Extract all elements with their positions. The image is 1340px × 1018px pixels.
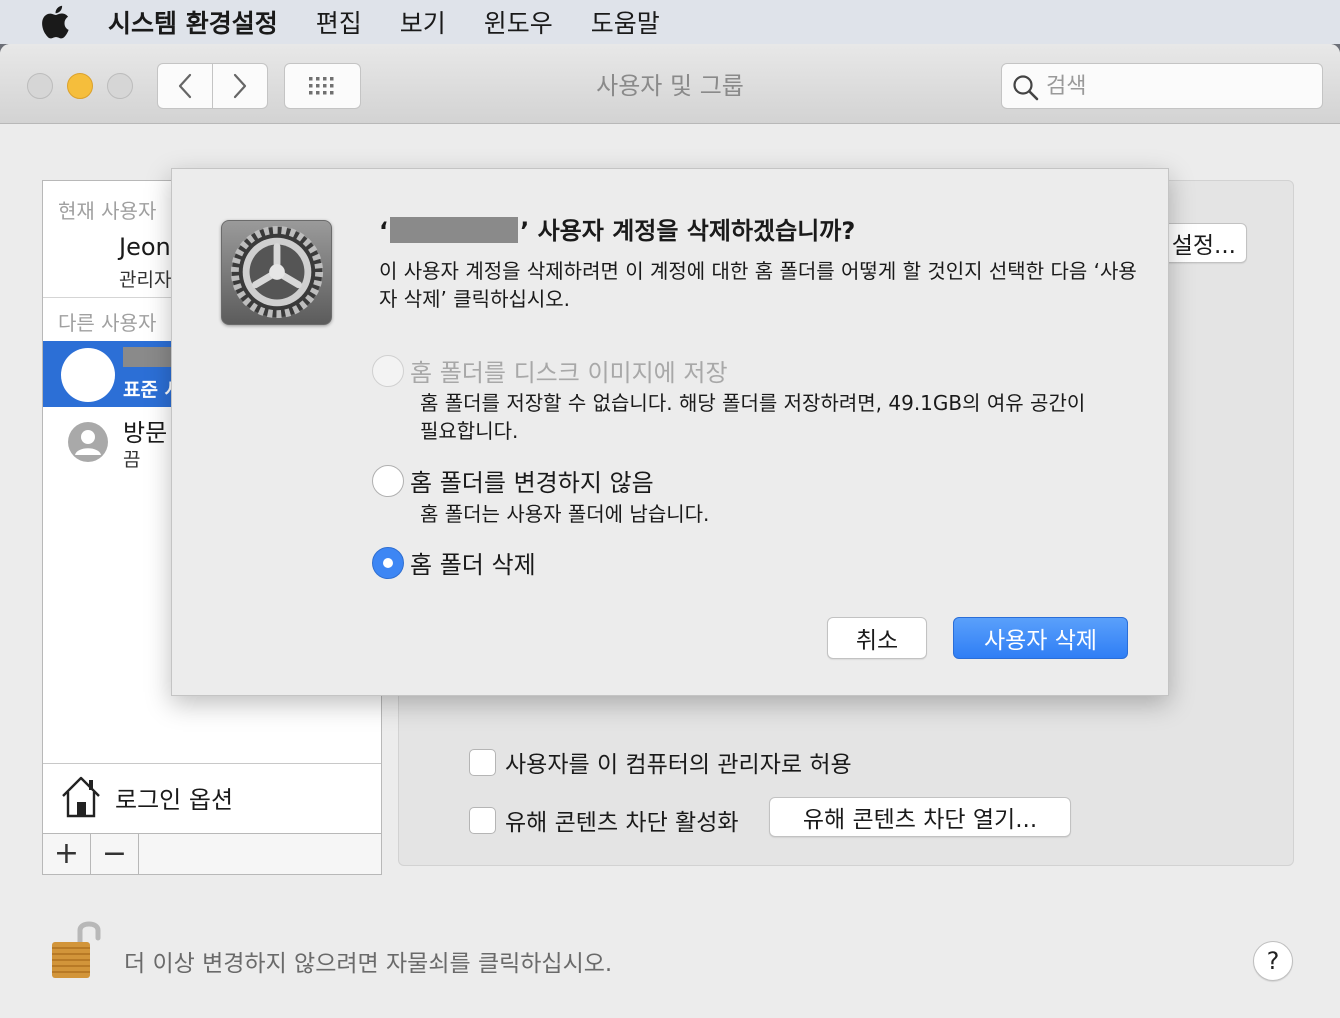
chevron-left-icon bbox=[178, 73, 192, 99]
grid-icon bbox=[308, 77, 333, 95]
menu-bar: 시스템 환경설정 편집 보기 윈도우 도움말 bbox=[0, 0, 1340, 44]
preferences-window: 사용자 및 그룹 검색 현재 사용자 Jeon 관리자 다른 사용자 표준 사 … bbox=[0, 44, 1340, 1018]
chevron-right-icon bbox=[233, 73, 247, 99]
menu-view[interactable]: 보기 bbox=[400, 4, 446, 40]
sidebar-toolbar: + − bbox=[42, 833, 382, 875]
lock-icon[interactable] bbox=[50, 916, 102, 980]
save-disk-image-label: 홈 폴더를 디스크 이미지에 저장 bbox=[410, 359, 728, 387]
minimize-window-button[interactable] bbox=[67, 73, 93, 99]
login-options-row[interactable]: 로그인 옵션 bbox=[43, 763, 381, 833]
redacted-username bbox=[390, 217, 519, 243]
current-user-role: 관리자 bbox=[119, 269, 172, 291]
search-icon bbox=[1013, 75, 1039, 101]
lock-status-text: 더 이상 변경하지 않으려면 자물쇠를 클릭하십시오. bbox=[124, 951, 613, 977]
parental-controls-row: 유해 콘텐츠 차단 활성화 bbox=[469, 803, 739, 837]
parental-controls-checkbox[interactable] bbox=[469, 806, 496, 834]
login-options-label: 로그인 옵션 bbox=[115, 786, 234, 814]
help-button[interactable]: ? bbox=[1253, 941, 1293, 981]
parental-controls-label: 유해 콘텐츠 차단 활성화 bbox=[505, 810, 739, 836]
other-users-header: 다른 사용자 bbox=[58, 311, 157, 335]
guest-user-icon bbox=[68, 422, 108, 462]
delete-home-folder-label: 홈 폴더 삭제 bbox=[410, 551, 536, 579]
delete-home-folder-radio[interactable] bbox=[372, 546, 404, 579]
allow-admin-checkbox[interactable] bbox=[469, 748, 496, 776]
title-open-quote: ‘ bbox=[379, 217, 389, 245]
close-window-button[interactable] bbox=[27, 73, 53, 99]
option-delete-home-folder[interactable]: 홈 폴더 삭제 bbox=[372, 545, 536, 580]
keep-home-folder-label: 홈 폴더를 변경하지 않음 bbox=[410, 469, 654, 497]
remove-user-button[interactable]: − bbox=[91, 834, 139, 874]
back-button[interactable] bbox=[158, 64, 212, 108]
option-save-disk-image: 홈 폴더를 디스크 이미지에 저장 bbox=[372, 353, 728, 388]
save-disk-image-note: 홈 폴더를 저장할 수 없습니다. 해당 폴더를 저장하려면, 49.1GB의 … bbox=[420, 391, 1086, 443]
guest-user-status: 끔 bbox=[123, 449, 141, 471]
delete-user-button[interactable]: 사용자 삭제 bbox=[953, 617, 1128, 659]
minus-icon: − bbox=[101, 836, 128, 871]
menu-edit[interactable]: 편집 bbox=[316, 4, 362, 40]
current-users-header: 현재 사용자 bbox=[58, 199, 157, 223]
dialog-title: ‘ ’ 사용자 계정을 삭제하겠습니까? bbox=[379, 211, 855, 246]
dialog-description: 이 사용자 계정을 삭제하려면 이 계정에 대한 홈 폴더를 어떻게 할 것인지… bbox=[379, 259, 1137, 311]
allow-admin-label: 사용자를 이 컴퓨터의 관리자로 허용 bbox=[505, 752, 852, 778]
delete-user-dialog: ‘ ’ 사용자 계정을 삭제하겠습니까? 이 사용자 계정을 삭제하려면 이 계정… bbox=[171, 168, 1169, 696]
save-disk-image-radio bbox=[372, 354, 404, 387]
avatar bbox=[61, 348, 115, 402]
navigation-buttons bbox=[157, 63, 268, 109]
plus-icon: + bbox=[53, 836, 80, 871]
allow-admin-row: 사용자를 이 컴퓨터의 관리자로 허용 bbox=[469, 745, 852, 779]
option-keep-home-folder[interactable]: 홈 폴더를 변경하지 않음 bbox=[372, 463, 654, 498]
search-input[interactable] bbox=[1046, 68, 1306, 104]
cancel-button[interactable]: 취소 bbox=[827, 617, 927, 659]
menu-help[interactable]: 도움말 bbox=[591, 4, 660, 40]
add-user-button[interactable]: + bbox=[43, 834, 91, 874]
apple-icon[interactable] bbox=[40, 5, 70, 39]
current-user-name: Jeon bbox=[119, 233, 171, 261]
search-field[interactable] bbox=[1001, 63, 1323, 109]
house-icon bbox=[62, 776, 100, 818]
forward-button[interactable] bbox=[212, 64, 267, 108]
menu-app-name[interactable]: 시스템 환경설정 bbox=[108, 4, 278, 40]
show-all-button[interactable] bbox=[284, 63, 361, 109]
menu-window[interactable]: 윈도우 bbox=[484, 4, 553, 40]
system-preferences-icon bbox=[221, 220, 332, 325]
keep-home-folder-note: 홈 폴더는 사용자 폴더에 남습니다. bbox=[420, 502, 710, 526]
gear-icon bbox=[230, 225, 324, 319]
keep-home-folder-radio[interactable] bbox=[372, 464, 404, 497]
title-bar: 사용자 및 그룹 bbox=[0, 44, 1340, 124]
zoom-window-button[interactable] bbox=[107, 73, 133, 99]
open-parental-controls-button[interactable]: 유해 콘텐츠 차단 열기... bbox=[769, 797, 1071, 837]
guest-user-name: 방문 bbox=[123, 419, 168, 447]
title-text: ’ 사용자 계정을 삭제하겠습니까? bbox=[520, 217, 856, 245]
